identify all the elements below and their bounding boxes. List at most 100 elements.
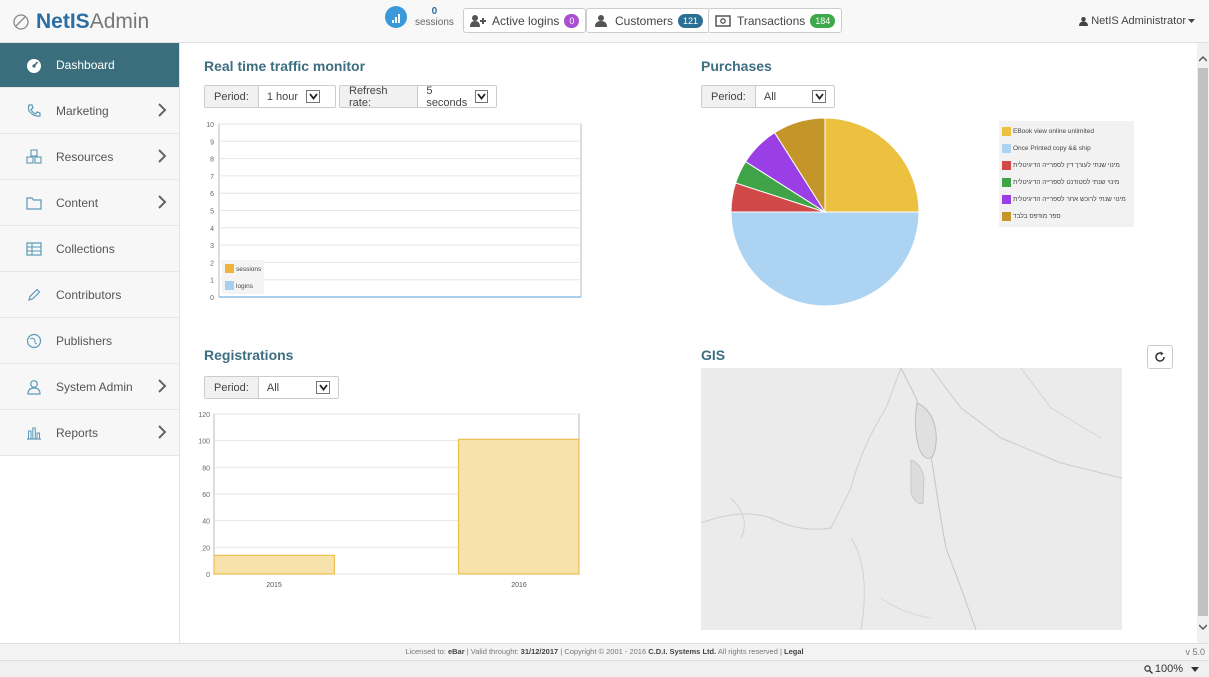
sidebar-item-contributors[interactable]: Contributors xyxy=(0,272,179,318)
legend-label: sessions xyxy=(236,266,262,273)
scrollbar-thumb[interactable] xyxy=(1198,68,1208,616)
folder-icon xyxy=(26,196,42,210)
magnifier-icon xyxy=(1144,664,1153,674)
transactions-label: Transactions xyxy=(737,13,806,28)
traffic-chart: 0 1 2 3 4 5 6 7 8 9 10 sessions logins xyxy=(206,122,582,302)
footer: Licensed to: eBar | Valid throught: 31/1… xyxy=(0,643,1209,660)
sidebar-item-label: Contributors xyxy=(56,287,122,302)
footer-version: v 5.0 xyxy=(1185,647,1205,657)
legend-item: מינוי שנתי לרוכש אחר לספרייה הדיגיטלית xyxy=(999,191,1134,208)
y-tick-label: 9 xyxy=(210,139,214,146)
sidebar-item-marketing[interactable]: Marketing xyxy=(0,88,179,134)
legend-item: מינוי שנתי לעורך דין לספרייה הדיגיטלית xyxy=(999,157,1134,174)
traffic-period-label: Period: xyxy=(205,86,259,107)
chevron-down-icon xyxy=(306,90,321,103)
legend-label: Once Printed copy && ship xyxy=(1013,145,1091,152)
bar-chart-icon xyxy=(27,427,41,440)
vertical-scrollbar[interactable] xyxy=(1197,43,1209,643)
legend-swatch xyxy=(225,281,234,290)
legend-item: מינוי שנתי לסטודנט לספרייה הדיגיטלית xyxy=(999,174,1134,191)
transactions-badge: 184 xyxy=(810,13,836,28)
footer-licensed-prefix: Licensed to: xyxy=(405,647,446,656)
refresh-button[interactable] xyxy=(1147,345,1173,369)
scroll-up-icon[interactable] xyxy=(1199,55,1207,63)
y-tick-label: 80 xyxy=(202,465,210,472)
registrations-title: Registrations xyxy=(204,347,294,363)
legend-label: logins xyxy=(236,283,254,290)
scroll-down-icon[interactable] xyxy=(1199,623,1207,631)
browser-status-bar: 100% xyxy=(0,660,1209,677)
footer-legal-link[interactable]: Legal xyxy=(784,647,804,656)
caret-down-icon[interactable] xyxy=(1191,666,1199,672)
legend-label: EBook view online unlimited xyxy=(1013,128,1094,135)
active-logins-button[interactable]: Active logins 0 xyxy=(463,8,587,33)
sidebar-item-content[interactable]: Content xyxy=(0,180,179,226)
sidebar-item-label: Dashboard xyxy=(56,58,115,72)
y-tick-label: 3 xyxy=(210,243,214,250)
active-logins-badge: 0 xyxy=(564,13,580,28)
signal-icon xyxy=(385,6,407,28)
user-menu[interactable]: NetIS Administrator xyxy=(1079,15,1195,27)
customers-label: Customers xyxy=(615,13,674,28)
phone-icon xyxy=(27,103,41,117)
brand-light: Admin xyxy=(89,10,150,33)
legend-item: EBook view online unlimited xyxy=(999,123,1134,140)
customers-button[interactable]: Customers 121 xyxy=(586,8,711,33)
purchases-pie-chart xyxy=(730,117,920,307)
purchases-period-label: Period: xyxy=(702,86,756,107)
sidebar-item-collections[interactable]: Collections xyxy=(0,226,179,272)
y-tick-label: 0 xyxy=(210,295,214,302)
y-tick-label: 2 xyxy=(210,260,214,267)
x-tick-label: 2015 xyxy=(266,582,282,589)
chevron-down-icon xyxy=(812,90,826,103)
pie-slice xyxy=(824,117,920,213)
sessions-indicator[interactable]: 0 sessions xyxy=(385,6,454,28)
registrations-period-select[interactable]: Period: All xyxy=(204,376,339,399)
transactions-button[interactable]: Transactions 184 xyxy=(708,8,843,33)
dashboard-icon xyxy=(27,59,41,73)
sidebar-item-label: Resources xyxy=(56,149,114,164)
legend-swatch xyxy=(1002,127,1011,136)
y-tick-label: 100 xyxy=(198,439,210,446)
chevron-down-icon xyxy=(316,381,330,394)
chevron-down-icon xyxy=(474,90,488,103)
globe-icon xyxy=(26,333,42,348)
sidebar-item-system-admin[interactable]: System Admin xyxy=(0,364,179,410)
brand-logo[interactable]: NetIS Admin xyxy=(12,10,149,34)
y-tick-label: 7 xyxy=(210,174,214,181)
legend-item: Once Printed copy && ship xyxy=(999,140,1134,157)
legend-swatch xyxy=(1002,161,1011,170)
sidebar-item-resources[interactable]: Resources xyxy=(0,134,179,180)
gis-title: GIS xyxy=(701,347,726,363)
purchases-title: Purchases xyxy=(701,58,772,74)
chevron-right-icon xyxy=(158,379,167,393)
y-tick-label: 10 xyxy=(206,122,214,129)
sidebar: Dashboard Marketing Resources Content Co… xyxy=(0,43,180,643)
footer-licensee: eBar xyxy=(447,647,465,656)
chevron-right-icon xyxy=(158,149,167,163)
traffic-period-select[interactable]: Period: 1 hour xyxy=(204,85,336,108)
y-tick-label: 60 xyxy=(202,492,210,499)
sidebar-item-reports[interactable]: Reports xyxy=(0,410,179,456)
footer-rights: All rights reserved xyxy=(717,647,778,656)
sessions-count: 0 xyxy=(431,6,438,17)
refresh-icon xyxy=(1155,351,1165,362)
y-tick-label: 40 xyxy=(202,519,210,526)
bar-2015 xyxy=(213,554,336,575)
active-logins-label: Active logins xyxy=(492,13,560,28)
y-tick-label: 4 xyxy=(210,226,214,233)
y-tick-label: 5 xyxy=(210,209,214,216)
refresh-rate-select[interactable]: Refresh rate: 5 seconds xyxy=(339,85,497,109)
bar-2016 xyxy=(457,438,580,575)
zoom-control[interactable]: 100% xyxy=(1144,663,1183,675)
sidebar-item-dashboard[interactable]: Dashboard xyxy=(0,43,179,88)
y-tick-label: 120 xyxy=(198,412,210,419)
user-icon xyxy=(595,14,607,27)
zoom-level: 100% xyxy=(1154,663,1183,675)
sidebar-item-label: Content xyxy=(56,195,99,210)
gis-map[interactable] xyxy=(701,368,1122,630)
traffic-title: Real time traffic monitor xyxy=(204,58,366,74)
purchases-period-select[interactable]: Period: All xyxy=(701,85,835,108)
sidebar-item-publishers[interactable]: Publishers xyxy=(0,318,179,364)
chevron-right-icon xyxy=(158,103,167,117)
